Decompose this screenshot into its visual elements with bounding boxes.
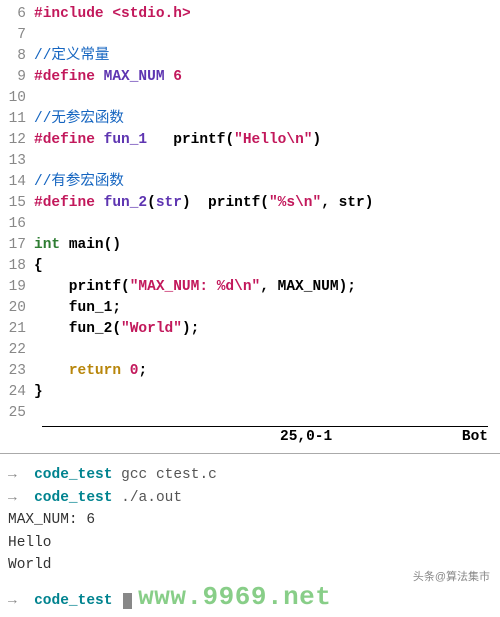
code-editor: 6#include <stdio.h>78//定义常量9#define MAX_… xyxy=(0,0,500,426)
code-line: 24} xyxy=(0,382,500,403)
line-number: 23 xyxy=(0,361,34,382)
code-content xyxy=(34,403,500,424)
terminal-prompt: → code_test ./a.out xyxy=(8,487,492,509)
line-number: 17 xyxy=(0,235,34,256)
prompt-directory: code_test xyxy=(34,593,112,609)
code-content: int main() xyxy=(34,235,500,256)
code-line: 23 return 0; xyxy=(0,361,500,382)
line-number: 24 xyxy=(0,382,34,403)
code-line: 13 xyxy=(0,151,500,172)
code-content: { xyxy=(34,256,500,277)
code-line: 21 fun_2("World"); xyxy=(0,319,500,340)
code-content xyxy=(34,88,500,109)
code-line: 12#define fun_1 printf("Hello\n") xyxy=(0,130,500,151)
prompt-arrow-icon: → xyxy=(8,490,34,506)
line-number: 9 xyxy=(0,67,34,88)
line-number: 22 xyxy=(0,340,34,361)
code-line: 9#define MAX_NUM 6 xyxy=(0,67,500,88)
line-number: 6 xyxy=(0,4,34,25)
code-line: 17int main() xyxy=(0,235,500,256)
terminal-pane: → code_test gcc ctest.c→ code_test ./a.o… xyxy=(0,462,500,617)
code-content: #define fun_2(str) printf("%s\n", str) xyxy=(34,193,500,214)
code-content: printf("MAX_NUM: %d\n", MAX_NUM); xyxy=(34,277,500,298)
line-number: 21 xyxy=(0,319,34,340)
terminal-command xyxy=(112,593,121,609)
code-line: 16 xyxy=(0,214,500,235)
line-number: 13 xyxy=(0,151,34,172)
code-line: 25 xyxy=(0,403,500,424)
line-number: 8 xyxy=(0,46,34,67)
code-line: 10 xyxy=(0,88,500,109)
code-content: //定义常量 xyxy=(34,46,500,67)
code-line: 7 xyxy=(0,25,500,46)
line-number: 7 xyxy=(0,25,34,46)
prompt-directory: code_test xyxy=(34,467,112,483)
code-line: 15#define fun_2(str) printf("%s\n", str) xyxy=(0,193,500,214)
prompt-directory: code_test xyxy=(34,490,112,506)
line-number: 19 xyxy=(0,277,34,298)
vim-status-bar: 25,0-1 Bot xyxy=(0,427,500,451)
code-content: return 0; xyxy=(34,361,500,382)
terminal-output: MAX_NUM: 6 xyxy=(8,509,492,531)
watermark-text: www.9969.net xyxy=(138,582,331,612)
code-content: fun_1; xyxy=(34,298,500,319)
terminal-output: Hello xyxy=(8,532,492,554)
cursor-block-icon xyxy=(123,593,132,609)
line-number: 20 xyxy=(0,298,34,319)
code-content: #define MAX_NUM 6 xyxy=(34,67,500,88)
code-content: #define fun_1 printf("Hello\n") xyxy=(34,130,500,151)
code-content: fun_2("World"); xyxy=(34,319,500,340)
line-number: 16 xyxy=(0,214,34,235)
code-line: 18{ xyxy=(0,256,500,277)
pane-divider xyxy=(0,453,500,454)
code-content: } xyxy=(34,382,500,403)
code-content xyxy=(34,340,500,361)
line-number: 14 xyxy=(0,172,34,193)
code-content: //有参宏函数 xyxy=(34,172,500,193)
line-number: 12 xyxy=(0,130,34,151)
cursor-position: 25,0-1 xyxy=(280,429,332,445)
code-content xyxy=(34,25,500,46)
code-line: 19 printf("MAX_NUM: %d\n", MAX_NUM); xyxy=(0,277,500,298)
code-line: 11//无参宏函数 xyxy=(0,109,500,130)
prompt-arrow-icon: → xyxy=(8,593,34,609)
terminal-prompt: → code_test gcc ctest.c xyxy=(8,464,492,486)
terminal-command: ./a.out xyxy=(112,490,182,506)
source-credit: 头条@算法集市 xyxy=(413,568,490,584)
code-line: 22 xyxy=(0,340,500,361)
line-number: 10 xyxy=(0,88,34,109)
code-content xyxy=(34,214,500,235)
line-number: 25 xyxy=(0,403,34,424)
code-line: 6#include <stdio.h> xyxy=(0,4,500,25)
line-number: 11 xyxy=(0,109,34,130)
scroll-indicator: Bot xyxy=(462,429,488,445)
code-line: 14//有参宏函数 xyxy=(0,172,500,193)
code-content xyxy=(34,151,500,172)
code-line: 8//定义常量 xyxy=(0,46,500,67)
prompt-arrow-icon: → xyxy=(8,467,34,483)
line-number: 18 xyxy=(0,256,34,277)
code-content: #include <stdio.h> xyxy=(34,4,500,25)
terminal-command: gcc ctest.c xyxy=(112,467,216,483)
code-line: 20 fun_1; xyxy=(0,298,500,319)
line-number: 15 xyxy=(0,193,34,214)
code-content: //无参宏函数 xyxy=(34,109,500,130)
